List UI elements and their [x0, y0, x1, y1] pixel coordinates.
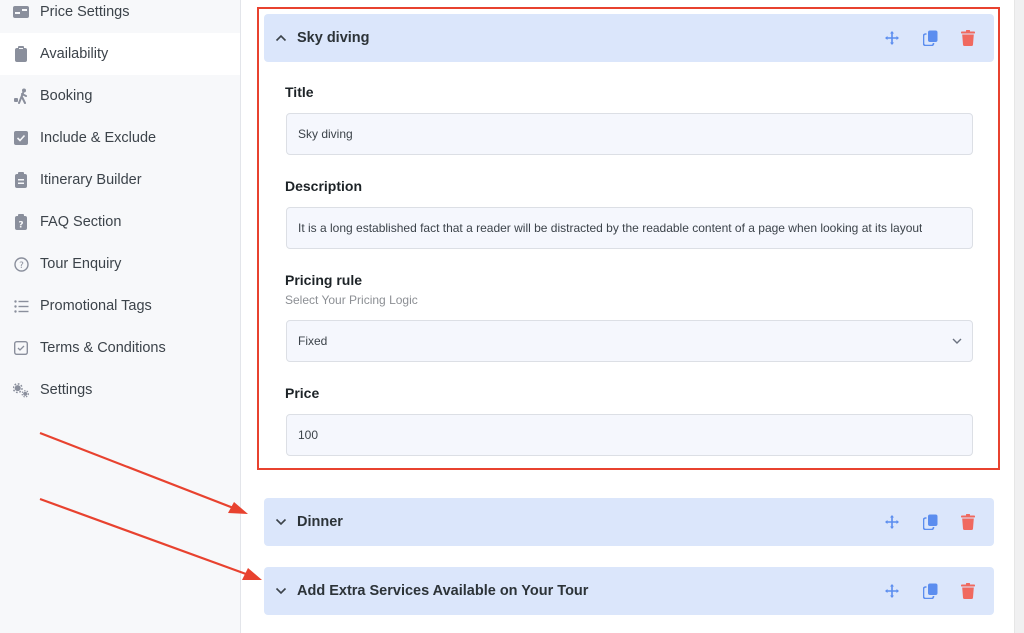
service-panel: Add Extra Services Available on Your Tou… — [264, 567, 994, 615]
sidebar-item-faq-section[interactable]: ? FAQ Section — [0, 201, 240, 243]
chevron-down-icon — [274, 515, 288, 529]
panel-title: Dinner — [297, 514, 343, 530]
sidebar-item-promotional-tags[interactable]: Promotional Tags — [0, 285, 240, 327]
sidebar-item-label: Include & Exclude — [40, 130, 157, 146]
annotation-highlight-box — [257, 7, 1000, 470]
trash-icon[interactable] — [960, 583, 976, 599]
sidebar-item-settings[interactable]: Settings — [0, 369, 240, 411]
sidebar-item-include-exclude[interactable]: Include & Exclude — [0, 117, 240, 159]
sidebar-item-label: Booking — [40, 88, 93, 104]
check-square-icon — [13, 130, 29, 146]
sidebar-item-price-settings[interactable]: Price Settings — [0, 0, 240, 33]
panel-title: Add Extra Services Available on Your Tou… — [297, 583, 589, 599]
sidebar-item-tour-enquiry[interactable]: ? Tour Enquiry — [0, 243, 240, 285]
sidebar-item-label: Settings — [40, 382, 93, 398]
move-icon[interactable] — [884, 514, 900, 530]
person-walking-luggage-icon — [13, 88, 29, 104]
sidebar-item-terms-conditions[interactable]: Terms & Conditions — [0, 327, 240, 369]
gears-icon — [13, 382, 29, 398]
list-icon — [13, 298, 29, 314]
checkbox-outline-icon — [13, 340, 29, 356]
chevron-down-icon — [274, 584, 288, 598]
clipboard-icon — [13, 46, 29, 62]
move-icon[interactable] — [884, 583, 900, 599]
clipboard-question-icon: ? — [13, 214, 29, 230]
clipboard-list-icon — [13, 172, 29, 188]
scrollbar[interactable] — [1014, 0, 1024, 633]
question-circle-icon: ? — [13, 256, 29, 272]
copy-icon[interactable] — [922, 583, 938, 599]
sidebar-item-availability[interactable]: Availability — [0, 33, 240, 75]
sidebar-item-label: Tour Enquiry — [40, 256, 122, 272]
copy-icon[interactable] — [922, 514, 938, 530]
sidebar-item-label: Itinerary Builder — [40, 172, 142, 188]
sidebar-item-itinerary-builder[interactable]: Itinerary Builder — [0, 159, 240, 201]
svg-text:?: ? — [19, 261, 24, 271]
sidebar: Price Settings Availability Booking Incl… — [0, 0, 241, 633]
sidebar-item-label: Availability — [40, 46, 109, 62]
id-card-icon — [13, 4, 29, 20]
svg-text:?: ? — [18, 221, 23, 231]
sidebar-item-booking[interactable]: Booking — [0, 75, 240, 117]
sidebar-item-label: Promotional Tags — [40, 298, 152, 314]
service-panel: Dinner — [264, 498, 994, 546]
sidebar-item-label: Price Settings — [40, 4, 130, 20]
sidebar-item-label: FAQ Section — [40, 214, 122, 230]
sidebar-item-label: Terms & Conditions — [40, 340, 166, 356]
trash-icon[interactable] — [960, 514, 976, 530]
